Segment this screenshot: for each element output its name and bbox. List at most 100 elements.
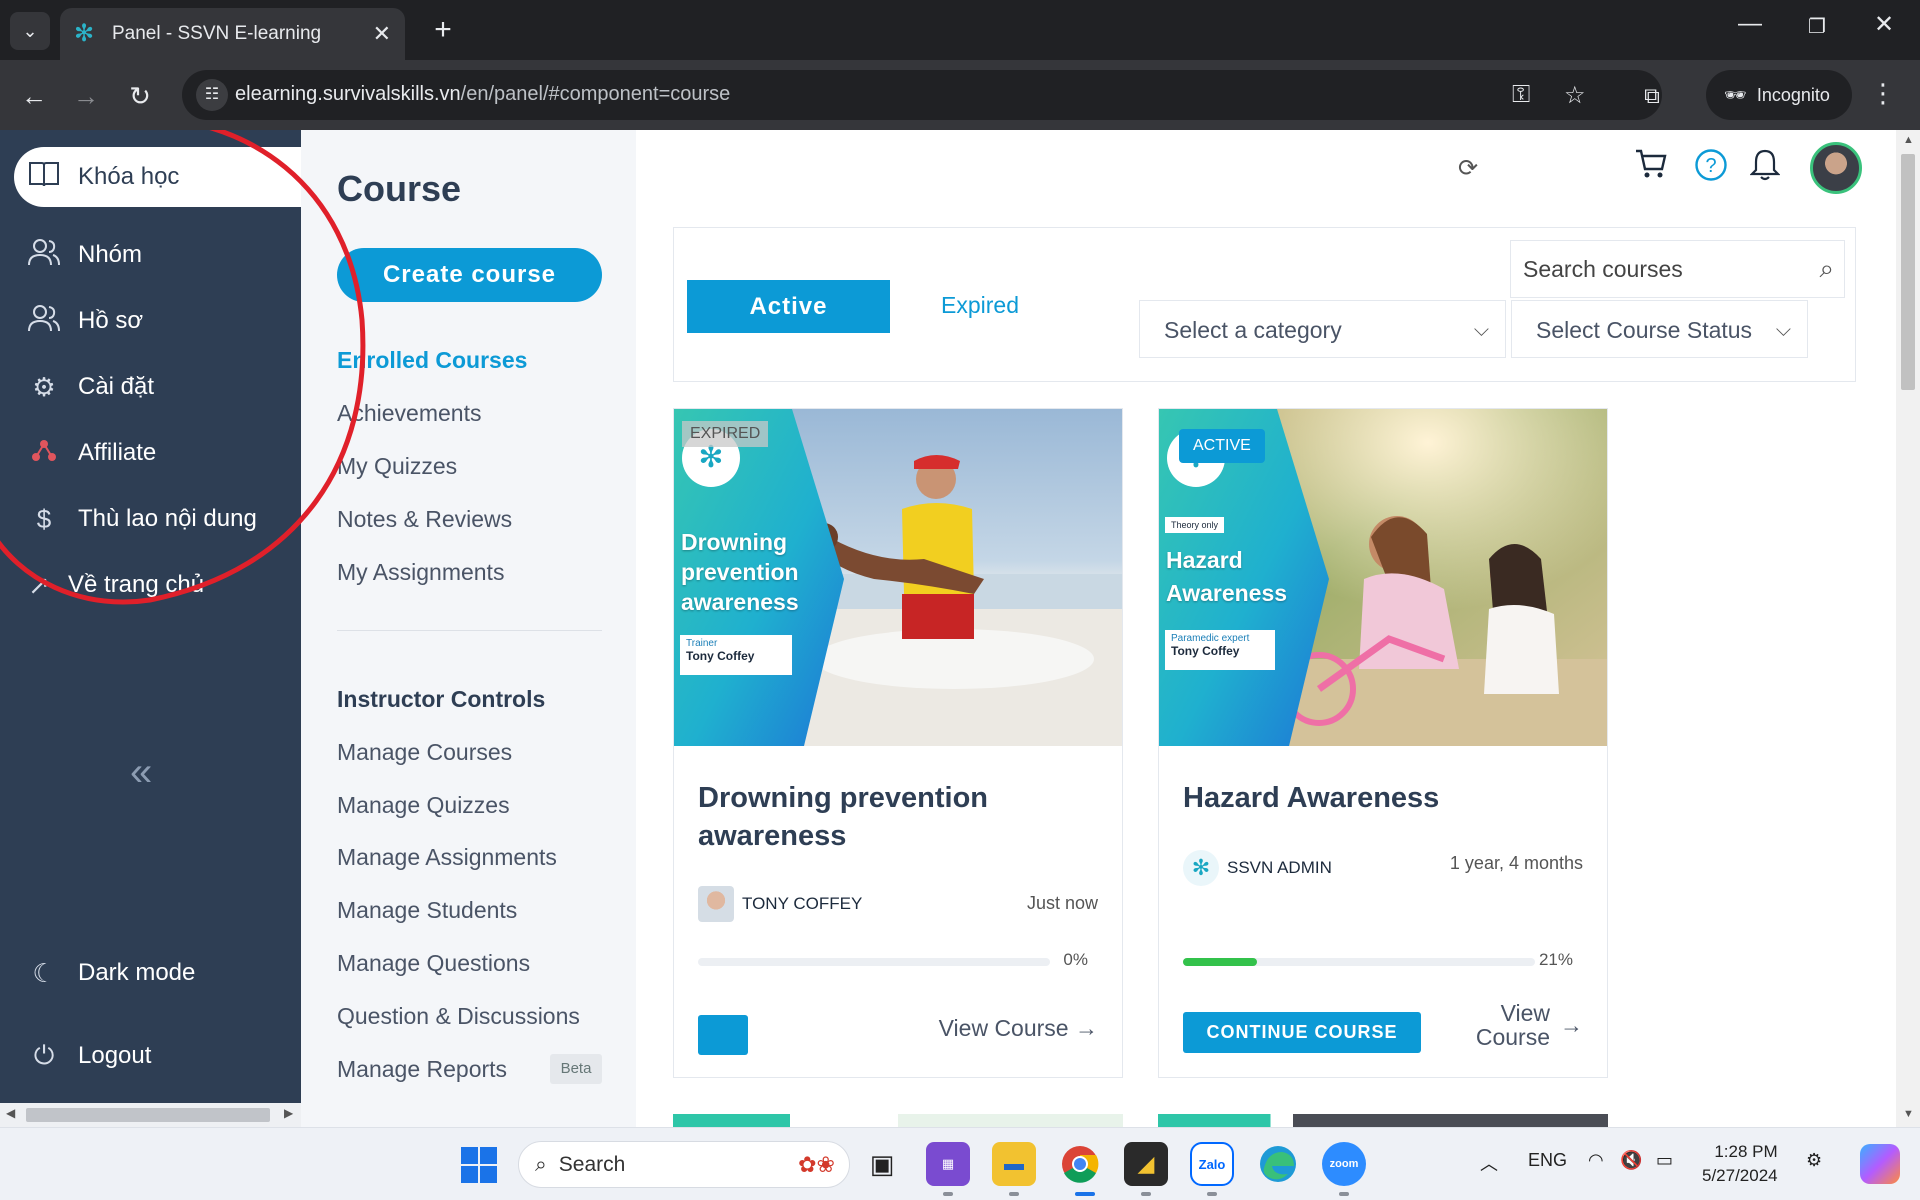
horizontal-scrollbar[interactable]: ◀ ▶ [0, 1103, 301, 1127]
thumbnail-trainer-label: Paramedic expert Tony Coffey [1165, 630, 1275, 670]
nav-manage-assignments[interactable]: Manage Assignments [337, 844, 557, 871]
main-sidebar: Khóa học Nhóm Hồ sơ ⚙ Cài đặt Affiliate … [0, 130, 301, 1127]
show-hidden-icons-chevron-icon[interactable]: ︿ [1480, 1150, 1498, 1176]
tab-title: Panel - SSVN E-learning [112, 23, 322, 44]
nav-achievements[interactable]: Achievements [337, 400, 481, 427]
nav-notes-reviews[interactable]: Notes & Reviews [337, 506, 512, 533]
course-thumbnail[interactable]: ✻ ACTIVE Theory only Hazard Awareness Pa… [1159, 409, 1607, 746]
new-tab-button[interactable]: + [425, 12, 461, 48]
battery-icon[interactable]: ▭ [1656, 1150, 1673, 1171]
scrollbar-thumb[interactable] [26, 1108, 270, 1122]
course-status-select[interactable]: Select Course Status ⌵ [1511, 300, 1808, 358]
bookmark-star-icon[interactable]: ☆ [1564, 81, 1586, 110]
scroll-down-icon[interactable]: ▼ [1903, 1108, 1914, 1120]
nav-my-quizzes[interactable]: My Quizzes [337, 453, 457, 480]
nav-manage-questions[interactable]: Manage Questions [337, 950, 530, 977]
tab-close-icon[interactable]: ✕ [373, 21, 391, 47]
sidebar-item-home[interactable]: ↗ Về trang chủ [0, 555, 301, 615]
password-key-icon[interactable]: ⚿ [1512, 81, 1530, 109]
reload-icon[interactable]: ↻ [122, 78, 158, 114]
sidebar-item-content-fees[interactable]: $ Thù lao nội dung [0, 489, 301, 549]
user-avatar[interactable] [1810, 142, 1862, 194]
restore-icon[interactable]: ❐ [1797, 14, 1837, 39]
collapse-sidebar-icon[interactable]: « [130, 750, 152, 795]
scroll-up-icon[interactable]: ▲ [1903, 134, 1914, 146]
nav-manage-students[interactable]: Manage Students [337, 897, 517, 924]
browser-menu-icon[interactable]: ⋮ [1870, 78, 1896, 109]
url-text[interactable]: elearning.survivalskills.vn/en/panel/#co… [235, 83, 730, 106]
course-filter-panel: Active Expired ⌕ Select a category ⌵ Sel… [673, 227, 1856, 382]
vertical-scrollbar[interactable]: ▲ ▼ [1896, 130, 1920, 1127]
sidebar-item-groups[interactable]: Nhóm [0, 225, 301, 285]
sidebar-item-profile[interactable]: Hồ sơ [0, 291, 301, 351]
browser-tab[interactable]: ✻ Panel - SSVN E-learning ✕ [60, 8, 405, 60]
help-icon[interactable]: ? [1694, 148, 1728, 187]
site-info-icon[interactable]: ☷ [196, 79, 228, 111]
course-title[interactable]: Drowning prevention awareness [698, 779, 1098, 855]
nav-manage-quizzes[interactable]: Manage Quizzes [337, 792, 510, 819]
scroll-left-icon[interactable]: ◀ [6, 1106, 15, 1120]
windows-start-icon[interactable] [460, 1146, 498, 1184]
sidebar-item-courses[interactable]: Khóa học [14, 147, 301, 207]
arrow-right-icon: → [1075, 1015, 1098, 1041]
course-title[interactable]: Hazard Awareness [1183, 779, 1583, 817]
incognito-indicator[interactable]: 🕶 Incognito [1706, 70, 1852, 120]
system-clock[interactable]: 1:28 PM 5/27/2024 [1702, 1140, 1778, 1188]
edge-browser-icon[interactable] [1256, 1142, 1300, 1186]
theory-only-badge: Theory only [1165, 517, 1225, 533]
nav-question-discussions[interactable]: Question & Discussions [337, 1003, 580, 1030]
bell-icon[interactable] [1749, 148, 1781, 187]
category-select[interactable]: Select a category ⌵ [1139, 300, 1506, 358]
window-close-icon[interactable]: ✕ [1864, 10, 1904, 39]
scrollbar-thumb[interactable] [1901, 154, 1915, 390]
language-indicator[interactable]: ENG [1528, 1150, 1567, 1171]
search-icon[interactable]: ⌕ [1819, 253, 1834, 285]
zalo-app-icon[interactable]: Zalo [1190, 1142, 1234, 1186]
nav-manage-courses[interactable]: Manage Courses [337, 739, 512, 766]
action-button[interactable] [698, 1015, 748, 1055]
ssvn-logo-icon: ✻ [1183, 850, 1219, 886]
file-explorer-icon[interactable]: ▬ [992, 1142, 1036, 1186]
course-card[interactable]: ✻ EXPIRED Drowning prevention awareness … [673, 408, 1123, 1078]
view-course-link[interactable]: View Course → [1476, 1001, 1583, 1049]
tab-search-chevron-icon[interactable]: ⌄ [10, 12, 50, 50]
sidebar-item-affiliate[interactable]: Affiliate [0, 423, 301, 483]
wifi-icon[interactable]: ◠ [1588, 1150, 1604, 1171]
power-icon: ⏻ [33, 1040, 55, 1070]
extensions-icon[interactable]: ⧉ [1634, 78, 1670, 114]
nav-enrolled-courses[interactable]: Enrolled Courses [337, 347, 527, 374]
course-card[interactable]: ✻ ACTIVE Theory only Hazard Awareness Pa… [1158, 408, 1608, 1078]
zoom-app-icon[interactable]: zoom [1322, 1142, 1366, 1186]
cart-icon[interactable] [1634, 146, 1668, 185]
nav-manage-reports[interactable]: Manage Reports [337, 1056, 507, 1083]
minimize-icon[interactable]: — [1730, 10, 1770, 38]
tab-expired[interactable]: Expired [941, 292, 1019, 319]
logout-button[interactable]: ⏻ Logout [0, 1026, 301, 1086]
volume-muted-icon[interactable]: 🔇 [1620, 1150, 1642, 1171]
nav-my-assignments[interactable]: My Assignments [337, 559, 504, 586]
scroll-right-icon[interactable]: ▶ [284, 1106, 293, 1120]
browser-toolbar: ← → ↻ ☷ elearning.survivalskills.vn/en/p… [0, 60, 1920, 130]
course-thumbnail[interactable]: ✻ EXPIRED Drowning prevention awareness … [674, 409, 1122, 746]
task-view-icon[interactable]: ▣ [860, 1142, 904, 1186]
notification-settings-icon[interactable]: ⚙ [1806, 1150, 1822, 1171]
create-course-button[interactable]: Create course [337, 248, 602, 302]
forward-arrow-icon[interactable]: → [68, 78, 104, 114]
teams-app-icon[interactable]: ▦ [926, 1142, 970, 1186]
continue-course-button[interactable]: CONTINUE COURSE [1183, 1012, 1421, 1053]
copilot-icon[interactable] [1860, 1144, 1900, 1184]
sidebar-item-settings[interactable]: ⚙ Cài đặt [0, 357, 301, 417]
course-author: ✻ SSVN ADMIN [1183, 850, 1332, 886]
chrome-icon[interactable] [1058, 1142, 1102, 1186]
dark-mode-toggle[interactable]: ☾ Dark mode [0, 943, 301, 1003]
sticky-notes-icon[interactable]: ◢ [1124, 1142, 1168, 1186]
taskbar-search[interactable]: ⌕ Search ✿❀ [518, 1141, 850, 1188]
back-arrow-icon[interactable]: ← [16, 78, 52, 114]
tab-active[interactable]: Active [687, 280, 890, 333]
search-input[interactable] [1511, 241, 1806, 297]
course-time: 1 year, 4 months [1449, 853, 1583, 873]
address-bar[interactable]: ☷ elearning.survivalskills.vn/en/panel/#… [182, 70, 1662, 120]
users-icon [27, 237, 61, 274]
view-course-link[interactable]: View Course → [939, 1015, 1098, 1042]
refresh-icon[interactable]: ⟳ [1458, 154, 1478, 183]
